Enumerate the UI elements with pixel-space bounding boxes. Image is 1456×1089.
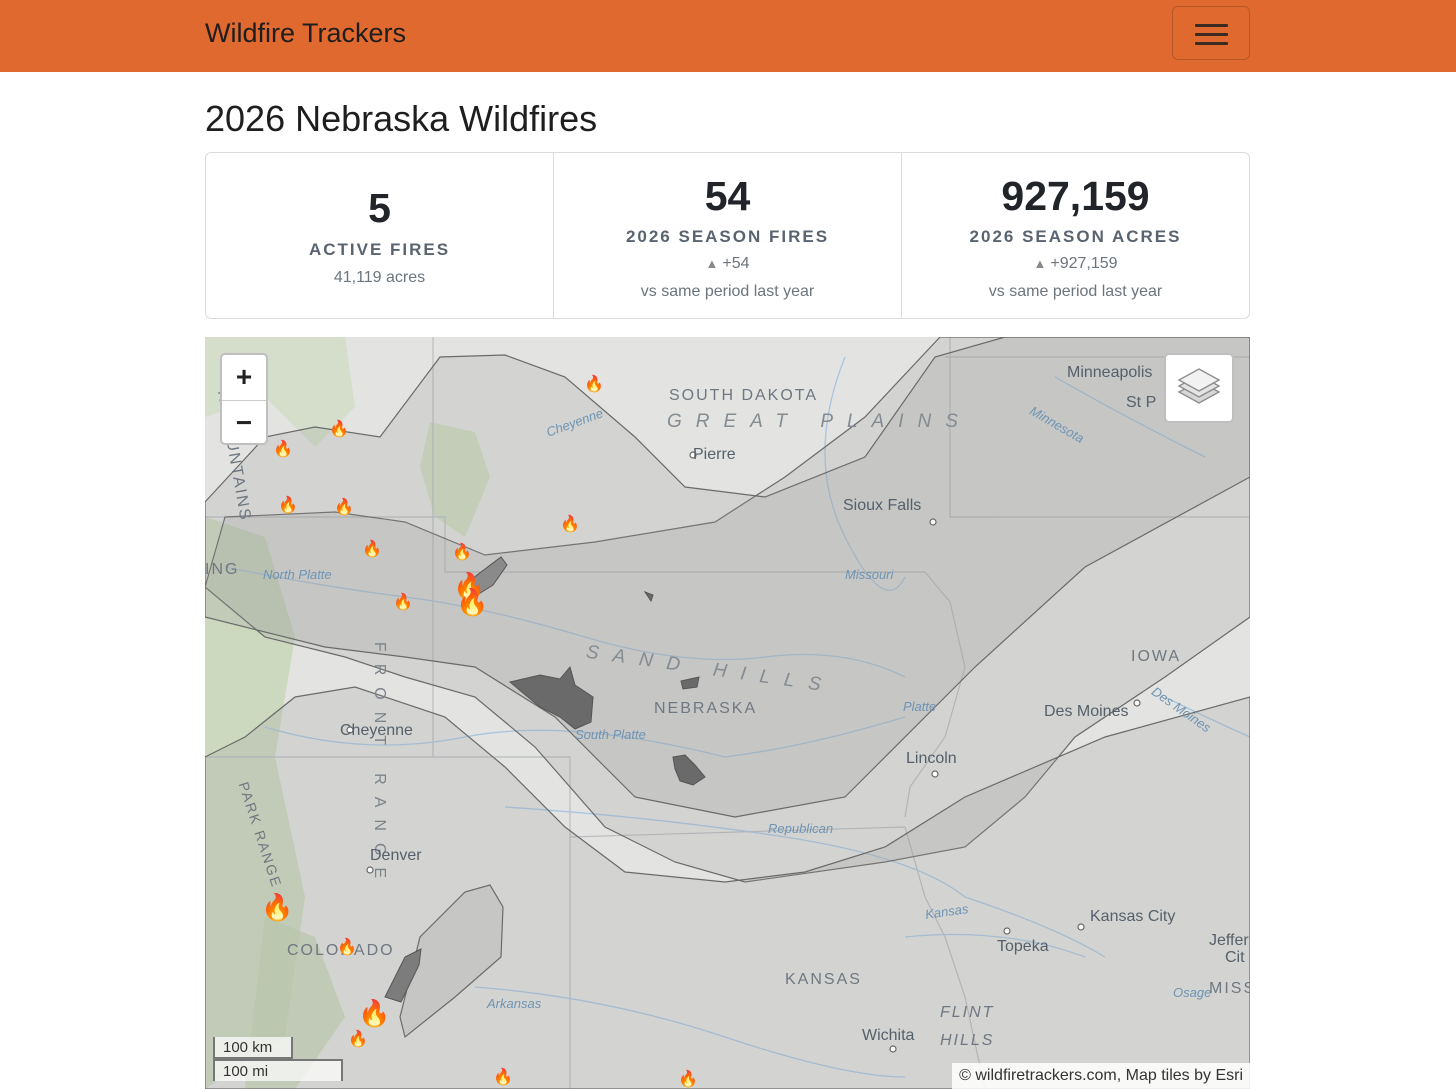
map-label-missouri-state: MISSO [1209,980,1250,997]
up-triangle-icon: ▲ [705,256,719,271]
stat-change: ▲ +54 [554,255,901,273]
zoom-control: + − [220,353,268,445]
zoom-out-button[interactable]: − [222,400,266,445]
map-label-pierre: Pierre [693,446,736,463]
fire-map[interactable]: SOUTH DAKOTA GREAT PLAINS Pierre Minneap… [205,337,1250,1089]
map-label-platte: Platte [903,699,937,714]
fire-marker-large-icon[interactable]: 🔥 [261,894,293,920]
map-scale: 100 km 100 mi [213,1037,343,1081]
map-label-iowa: IOWA [1131,648,1182,665]
stat-active-fires: 5 ACTIVE FIRES 41,119 acres [206,153,553,318]
stat-note: vs same period last year [988,283,1163,300]
stat-label: 2026 SEASON FIRES [625,227,830,246]
map-label-topeka: Topeka [997,938,1049,955]
fire-marker-icon[interactable]: 🔥 [393,595,413,611]
map-label-lincoln: Lincoln [906,750,957,767]
map-label-republican-river: Republican [768,821,834,836]
fire-marker-icon[interactable]: 🔥 [348,1032,368,1048]
stat-value: 54 [704,173,751,219]
fire-marker-icon[interactable]: 🔥 [278,498,298,514]
stats-card: 5 ACTIVE FIRES 41,119 acres 54 2026 SEAS… [205,152,1250,319]
map-label-minneapolis: Minneapolis [1067,364,1153,381]
map-label-st-paul: St P [1126,394,1157,411]
stat-change: ▲ +927,159 [902,255,1249,273]
stat-change-value: +927,159 [1050,255,1118,272]
map-label-kansas: KANSAS [785,971,862,988]
map-attribution[interactable]: © wildfiretrackers.com, Map tiles by Esr… [952,1063,1250,1089]
stat-season-acres: 927,159 2026 SEASON ACRES ▲ +927,159 vs s… [901,153,1249,318]
scale-mi: 100 mi [213,1059,343,1081]
fire-marker-icon[interactable]: 🔥 [334,500,354,516]
fire-marker-large-icon[interactable]: 🔥 [358,1000,390,1026]
map-label-south-dakota: SOUTH DAKOTA [669,387,819,404]
fire-marker-icon[interactable]: 🔥 [452,545,472,561]
map-label-flint-hills-2: HILLS [940,1032,995,1049]
stat-label: ACTIVE FIRES [308,240,451,259]
hamburger-icon-line [1195,42,1228,45]
fire-marker-icon[interactable]: 🔥 [493,1070,513,1086]
map-label-des-moines: Des Moines [1044,703,1129,720]
layers-icon [1177,368,1221,404]
fire-marker-icon[interactable]: 🔥 [273,442,293,458]
hamburger-icon-line [1195,33,1228,36]
fire-marker-large-icon[interactable]: 🔥 [456,589,488,615]
stat-season-fires: 54 2026 SEASON FIRES ▲ +54 vs same period… [553,153,901,318]
stat-value: 927,159 [1001,173,1150,219]
map-label-great-plains: GREAT PLAINS [667,411,972,432]
stat-value: 5 [368,185,391,231]
zoom-in-button[interactable]: + [222,355,266,400]
map-label-north-platte: North Platte [263,567,332,582]
layers-button[interactable] [1164,353,1234,423]
stat-note: vs same period last year [640,283,815,300]
page-title: 2026 Nebraska Wildfires [205,98,598,139]
map-label-flint-hills: FLINT [940,1004,995,1021]
fire-marker-icon[interactable]: 🔥 [329,422,349,438]
map-label-missouri-river: Missouri [845,567,894,582]
fire-marker-icon[interactable]: 🔥 [678,1072,698,1088]
map-label-wyoming: ING [205,561,240,578]
fire-marker-icon[interactable]: 🔥 [584,377,604,393]
scale-km: 100 km [213,1037,293,1059]
hamburger-icon [1195,24,1228,27]
stat-sub: 41,119 acres [333,269,426,286]
fire-marker-icon[interactable]: 🔥 [560,517,580,533]
map-label-south-platte: South Platte [575,727,646,742]
fire-marker-icon[interactable]: 🔥 [362,542,382,558]
stat-label: 2026 SEASON ACRES [969,227,1182,246]
map-label-arkansas-river: Arkansas [487,996,542,1011]
map-label-nebraska: NEBRASKA [654,700,758,717]
map-label-wichita: Wichita [862,1027,915,1044]
stat-change-value: +54 [722,255,750,272]
brand-link[interactable]: Wildfire Trackers [205,18,406,49]
map-label-sioux-falls: Sioux Falls [843,497,922,514]
map-label-jefferson-city-2: Cit [1225,949,1245,966]
map-label-osage-river: Osage [1173,985,1212,1000]
fire-marker-icon[interactable]: 🔥 [337,940,357,956]
map-label-denver: Denver [370,847,422,864]
map-label-jefferson-city: Jeffer [1209,932,1249,949]
navbar: Wildfire Trackers [0,0,1456,72]
map-label-kansas-city: Kansas City [1090,908,1176,925]
up-triangle-icon: ▲ [1033,256,1047,271]
menu-toggle-button[interactable] [1172,6,1250,60]
